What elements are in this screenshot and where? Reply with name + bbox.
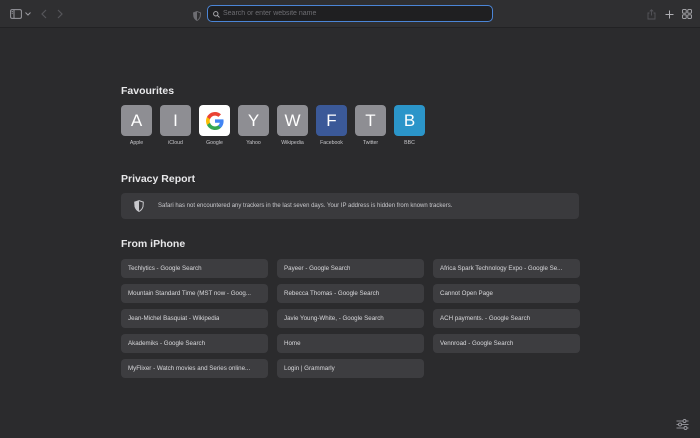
iphone-tab-item[interactable]: Payeer - Google Search — [277, 259, 424, 278]
back-icon[interactable] — [39, 6, 49, 22]
shield-icon — [134, 200, 144, 212]
privacy-report-title: Privacy Report — [121, 173, 196, 185]
iphone-tab-item[interactable]: Africa Spark Technology Expo - Google Se… — [433, 259, 580, 278]
favourite-yahoo[interactable]: Y Yahoo — [238, 105, 269, 146]
favourite-label: Apple — [129, 140, 144, 146]
iphone-tab-label: Vennroad - Google Search — [440, 340, 514, 347]
browser-toolbar — [0, 0, 700, 28]
iphone-tab-item[interactable]: Home — [277, 334, 424, 353]
favourites-row: A Apple I iCloud Google Y Yahoo W Wikipe… — [121, 105, 433, 146]
iphone-tab-label: Africa Spark Technology Expo - Google Se… — [440, 265, 563, 272]
iphone-tab-item[interactable]: Techlytics - Google Search — [121, 259, 268, 278]
search-icon — [213, 5, 220, 23]
favourite-tile: F — [316, 105, 347, 136]
favourite-label: Yahoo — [246, 140, 261, 146]
favourite-label: Twitter — [362, 140, 379, 146]
favourite-bbc[interactable]: B BBC — [394, 105, 425, 146]
iphone-tab-item[interactable]: Javie Young-White, - Google Search — [277, 309, 424, 328]
favourite-tile: A — [121, 105, 152, 136]
iphone-tab-item[interactable]: Cannot Open Page — [433, 284, 580, 303]
favourite-tile: B — [394, 105, 425, 136]
iphone-tab-item[interactable]: ACH payments. - Google Search — [433, 309, 580, 328]
iphone-tab-label: MyFlixer - Watch movies and Series onlin… — [128, 365, 251, 372]
iphone-tab-label: Home — [284, 340, 301, 347]
tab-overview-icon[interactable] — [681, 6, 693, 22]
favourite-label: BBC — [404, 140, 415, 146]
favourite-google[interactable]: Google — [199, 105, 230, 146]
iphone-tab-label: ACH payments. - Google Search — [440, 315, 531, 322]
iphone-tab-item[interactable]: Akademiks - Google Search — [121, 334, 268, 353]
iphone-tab-label: Techlytics - Google Search — [128, 265, 202, 272]
favourite-apple[interactable]: A Apple — [121, 105, 152, 146]
privacy-report-message: Safari has not encountered any trackers … — [158, 203, 453, 209]
favourite-tile: W — [277, 105, 308, 136]
iphone-tab-item[interactable]: Vennroad - Google Search — [433, 334, 580, 353]
favourite-label: Facebook — [320, 140, 343, 146]
iphone-tab-label: Akademiks - Google Search — [128, 340, 206, 347]
plus-icon[interactable] — [663, 6, 675, 22]
iphone-tab-item[interactable]: Jean-Michel Basquiat - Wikipedia — [121, 309, 268, 328]
shield-icon[interactable] — [193, 8, 201, 26]
favourite-tile: T — [355, 105, 386, 136]
from-iphone-grid: Techlytics - Google Search Payeer - Goog… — [121, 259, 580, 378]
sidebar-icon[interactable] — [9, 6, 23, 22]
chevron-down-icon[interactable] — [24, 6, 32, 22]
iphone-tab-label: Rebecca Thomas - Google Search — [284, 290, 380, 297]
iphone-tab-label: Javie Young-White, - Google Search — [284, 315, 384, 322]
favourite-icloud[interactable]: I iCloud — [160, 105, 191, 146]
favourite-tile: Y — [238, 105, 269, 136]
iphone-tab-label: Payeer - Google Search — [284, 265, 351, 272]
favourite-tile: I — [160, 105, 191, 136]
iphone-tab-label: Jean-Michel Basquiat - Wikipedia — [128, 315, 220, 322]
customize-start-page-icon[interactable] — [676, 417, 689, 435]
address-bar[interactable] — [207, 5, 493, 22]
share-icon[interactable] — [645, 6, 657, 22]
iphone-tab-item[interactable]: Mountain Standard Time (MST now - Goog..… — [121, 284, 268, 303]
favourite-label: Wikipedia — [281, 140, 304, 146]
favourite-wikipedia[interactable]: W Wikipedia — [277, 105, 308, 146]
iphone-tab-label: Cannot Open Page — [440, 290, 493, 297]
favourites-title: Favourites — [121, 85, 175, 97]
favourite-label: Google — [206, 140, 223, 146]
google-logo-icon — [199, 105, 230, 136]
iphone-tab-item[interactable]: Login | Grammarly — [277, 359, 424, 378]
iphone-tab-item[interactable]: MyFlixer - Watch movies and Series onlin… — [121, 359, 268, 378]
iphone-tab-label: Mountain Standard Time (MST now - Goog..… — [128, 290, 252, 297]
iphone-tab-label: Login | Grammarly — [284, 365, 335, 372]
address-input[interactable] — [223, 7, 492, 20]
favourite-twitter[interactable]: T Twitter — [355, 105, 386, 146]
privacy-report-card[interactable]: Safari has not encountered any trackers … — [121, 193, 579, 219]
iphone-tab-item[interactable]: Rebecca Thomas - Google Search — [277, 284, 424, 303]
from-iphone-title: From iPhone — [121, 238, 186, 250]
favourite-facebook[interactable]: F Facebook — [316, 105, 347, 146]
forward-icon[interactable] — [55, 6, 65, 22]
favourite-label: iCloud — [168, 140, 183, 146]
